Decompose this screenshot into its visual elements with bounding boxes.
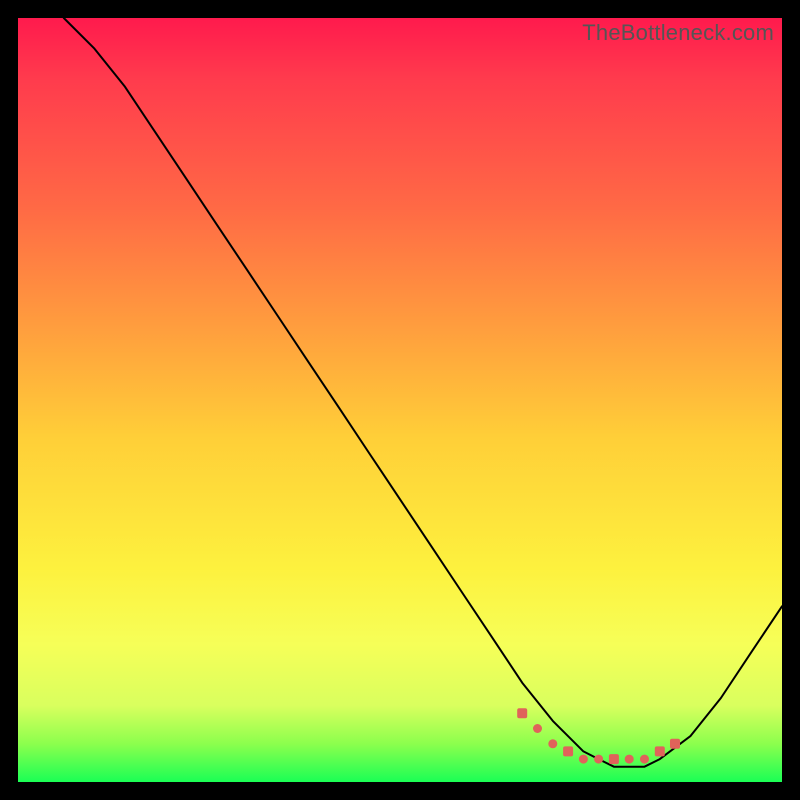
marker-point xyxy=(625,755,634,764)
marker-point xyxy=(548,739,557,748)
marker-point xyxy=(563,746,573,756)
marker-point xyxy=(609,754,619,764)
marker-point xyxy=(533,724,542,733)
marker-point xyxy=(594,755,603,764)
marker-point xyxy=(579,755,588,764)
chart-frame: TheBottleneck.com xyxy=(0,0,800,800)
marker-point xyxy=(670,739,680,749)
marker-point xyxy=(640,755,649,764)
marker-point xyxy=(517,708,527,718)
marker-point xyxy=(655,746,665,756)
valley-markers xyxy=(517,708,680,764)
plot-area: TheBottleneck.com xyxy=(18,18,782,782)
curve-path xyxy=(64,18,782,767)
bottleneck-curve xyxy=(18,18,782,782)
